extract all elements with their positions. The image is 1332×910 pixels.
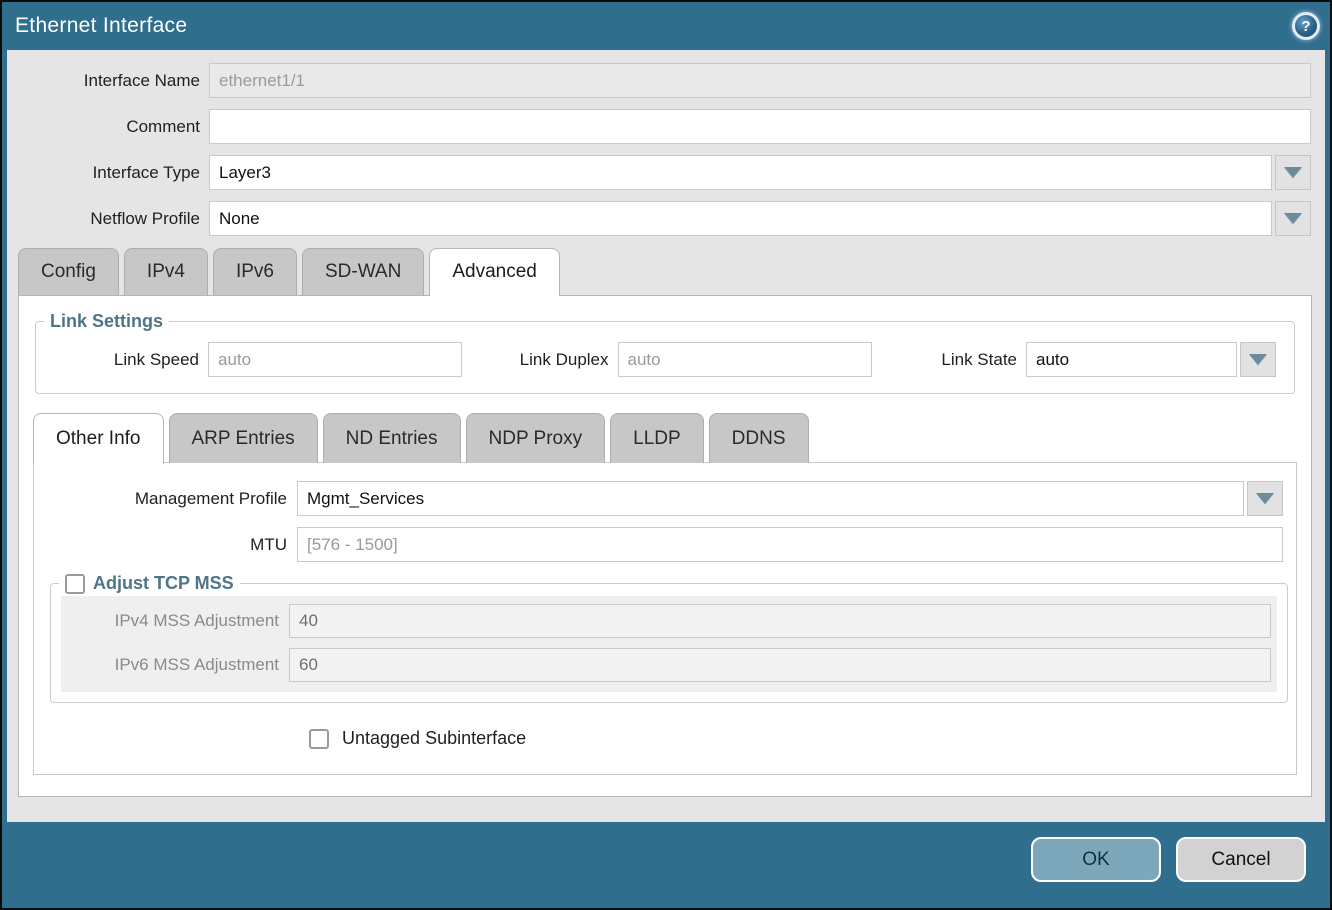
ipv6-mss-field	[289, 648, 1271, 682]
link-speed-field[interactable]	[208, 342, 462, 377]
tab-ipv4[interactable]: IPv4	[124, 248, 208, 295]
link-state-field[interactable]	[1026, 342, 1237, 377]
management-profile-dropdown-button[interactable]	[1247, 481, 1283, 516]
tab-ddns[interactable]: DDNS	[709, 413, 809, 463]
adjust-tcp-mss-label: Adjust TCP MSS	[93, 573, 234, 594]
link-speed-label: Link Speed	[36, 350, 208, 370]
interface-name-field	[209, 63, 1311, 98]
tab-other-info[interactable]: Other Info	[33, 413, 164, 464]
untagged-subinterface-checkbox[interactable]	[309, 729, 329, 749]
adjust-tcp-mss-fieldset: Adjust TCP MSS IPv4 MSS Adjustment IPv6 …	[50, 573, 1288, 703]
interface-type-dropdown-button[interactable]	[1275, 155, 1311, 190]
tab-nd-entries[interactable]: ND Entries	[323, 413, 461, 463]
interface-name-label: Interface Name	[7, 71, 209, 91]
sub-tabstrip: Other Info ARP Entries ND Entries NDP Pr…	[19, 413, 1311, 463]
interface-type-field[interactable]	[209, 155, 1272, 190]
untagged-subinterface-row: Untagged Subinterface	[34, 728, 1296, 749]
link-duplex-field[interactable]	[618, 342, 872, 377]
dialog-body: Interface Name Comment Interface Type Ne…	[7, 50, 1325, 822]
mss-disabled-area: IPv4 MSS Adjustment IPv6 MSS Adjustment	[61, 596, 1277, 692]
mtu-label: MTU	[34, 535, 297, 555]
tab-ipv6[interactable]: IPv6	[213, 248, 297, 295]
ipv4-mss-label: IPv4 MSS Adjustment	[61, 611, 289, 631]
dialog-titlebar: Ethernet Interface ?	[2, 2, 1330, 50]
management-profile-label: Management Profile	[34, 489, 297, 509]
comment-field[interactable]	[209, 109, 1311, 144]
chevron-down-icon	[1256, 493, 1274, 504]
link-state-dropdown-button[interactable]	[1240, 342, 1276, 377]
interface-type-row: Interface Type	[7, 155, 1325, 190]
untagged-subinterface-label: Untagged Subinterface	[342, 728, 526, 749]
chevron-down-icon	[1249, 354, 1267, 365]
advanced-tab-panel: Link Settings Link Speed Link Duplex Lin…	[18, 295, 1312, 797]
tab-arp-entries[interactable]: ARP Entries	[169, 413, 318, 463]
interface-type-label: Interface Type	[7, 163, 209, 183]
adjust-tcp-mss-legend-wrap: Adjust TCP MSS	[59, 573, 240, 594]
tab-ndp-proxy[interactable]: NDP Proxy	[466, 413, 606, 463]
ipv4-mss-field	[289, 604, 1271, 638]
ok-button[interactable]: OK	[1031, 837, 1161, 882]
link-settings-fieldset: Link Settings Link Speed Link Duplex Lin…	[35, 311, 1295, 394]
comment-row: Comment	[7, 109, 1325, 144]
ethernet-interface-dialog: Ethernet Interface ? Interface Name Comm…	[0, 0, 1332, 910]
link-settings-row: Link Speed Link Duplex Link State	[36, 336, 1294, 377]
adjust-tcp-mss-checkbox[interactable]	[65, 574, 85, 594]
link-settings-legend: Link Settings	[44, 311, 169, 332]
netflow-profile-row: Netflow Profile	[7, 201, 1325, 236]
management-profile-field[interactable]	[297, 481, 1244, 516]
dialog-footer: OK Cancel	[2, 822, 1330, 908]
link-state-label: Link State	[875, 350, 1026, 370]
tab-advanced[interactable]: Advanced	[429, 248, 560, 296]
chevron-down-icon	[1284, 213, 1302, 224]
other-info-panel: Management Profile MTU Adjust TCP MSS	[33, 462, 1297, 775]
ipv6-mss-label: IPv6 MSS Adjustment	[61, 655, 289, 675]
ipv6-mss-row: IPv6 MSS Adjustment	[61, 648, 1271, 682]
dialog-title: Ethernet Interface	[15, 14, 187, 38]
netflow-profile-dropdown-button[interactable]	[1275, 201, 1311, 236]
tab-sd-wan[interactable]: SD-WAN	[302, 248, 424, 295]
tab-lldp[interactable]: LLDP	[610, 413, 704, 463]
cancel-button[interactable]: Cancel	[1176, 837, 1306, 882]
link-duplex-label: Link Duplex	[466, 350, 618, 370]
help-icon[interactable]: ?	[1292, 12, 1320, 40]
management-profile-row: Management Profile	[34, 481, 1296, 516]
netflow-profile-label: Netflow Profile	[7, 209, 209, 229]
tab-config[interactable]: Config	[18, 248, 119, 295]
interface-name-row: Interface Name	[7, 63, 1325, 98]
main-tabstrip: Config IPv4 IPv6 SD-WAN Advanced	[7, 248, 1325, 295]
chevron-down-icon	[1284, 167, 1302, 178]
netflow-profile-field[interactable]	[209, 201, 1272, 236]
ipv4-mss-row: IPv4 MSS Adjustment	[61, 604, 1271, 638]
comment-label: Comment	[7, 117, 209, 137]
mtu-field[interactable]	[297, 527, 1283, 562]
mtu-row: MTU	[34, 527, 1296, 562]
